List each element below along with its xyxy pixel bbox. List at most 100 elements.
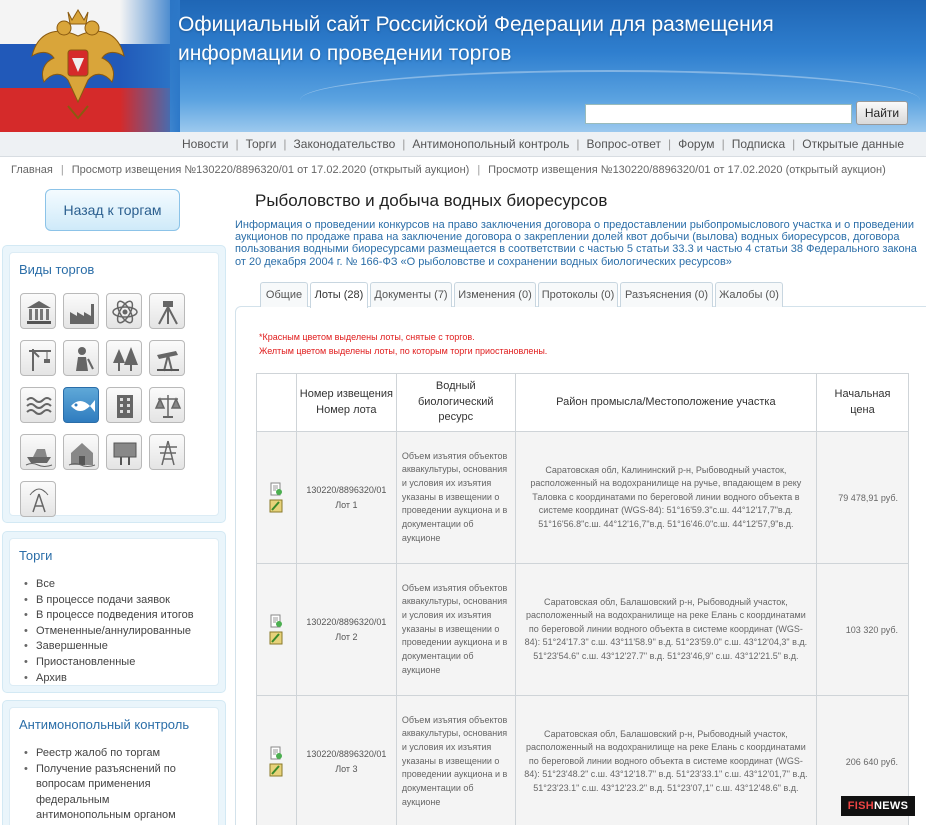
billboard-icon <box>113 442 137 465</box>
crane-icon <box>29 349 51 371</box>
torgi-type-scales[interactable] <box>149 387 185 423</box>
scales-icon <box>154 395 182 418</box>
breadcrumb-notice[interactable]: Просмотр извещения №130220/8896320/01 от… <box>72 164 470 176</box>
tab-protocols[interactable]: Протоколы (0) <box>538 282 618 307</box>
view-document-icon[interactable] <box>269 614 283 628</box>
antimonopoly-panel: Антимонопольный контроль Реестр жалоб по… <box>2 700 226 825</box>
fishnews-fish: FISH <box>847 800 875 812</box>
torgi-item-results[interactable]: В процессе подведения итогов <box>24 608 194 624</box>
nav-news[interactable]: Новости <box>182 137 228 151</box>
row-notice-number[interactable]: 130220/8896320/01 Лот 3 <box>295 695 397 825</box>
torgi-type-house[interactable] <box>63 434 99 470</box>
torgi-item-cancelled[interactable]: Отмененные/аннулированные <box>24 624 194 640</box>
torgi-type-fish[interactable] <box>63 387 99 423</box>
back-to-torgi-button[interactable]: Назад к торгам <box>45 189 180 231</box>
torgi-type-oil-pump[interactable] <box>149 340 185 376</box>
header-price: Начальная цена <box>816 373 909 432</box>
anti-item-complaints[interactable]: Реестр жалоб по торгам <box>24 746 184 762</box>
antimonopoly-list: Реестр жалоб по торгам Получение разъясн… <box>24 746 184 825</box>
torgi-type-crane[interactable] <box>20 340 56 376</box>
row-area: Саратовская обл, Балашовский р-н, Рыбово… <box>514 695 818 825</box>
notice-number[interactable]: 130220/8896320/01 <box>306 749 386 759</box>
row-price: 79 478,91 руб. <box>816 431 909 564</box>
antimonopoly-title: Антимонопольный контроль <box>19 717 190 732</box>
nav-forum[interactable]: Форум <box>678 137 714 151</box>
torgi-item-suspended[interactable]: Приостановленные <box>24 655 194 671</box>
torgi-type-forest[interactable] <box>106 340 142 376</box>
edit-document-icon[interactable] <box>269 499 283 513</box>
nav-subscription[interactable]: Подписка <box>732 137 785 151</box>
torgi-item-applications[interactable]: В процессе подачи заявок <box>24 593 194 609</box>
lot-number: Лот 2 <box>335 631 358 642</box>
site-header: Официальный сайт Российской Федерации дл… <box>0 0 926 132</box>
torgi-type-power-tower[interactable] <box>149 434 185 470</box>
torgi-type-building[interactable] <box>106 387 142 423</box>
nav-faq[interactable]: Вопрос-ответ <box>587 137 661 151</box>
row-notice-number[interactable]: 130220/8896320/01 Лот 1 <box>295 431 397 564</box>
torgi-type-water-waves[interactable] <box>20 387 56 423</box>
view-document-icon[interactable] <box>269 482 283 496</box>
water-waves-icon <box>26 397 52 415</box>
top-navigation: Новости | Торги | Законодательство | Антимоноп… <box>0 132 926 157</box>
anti-item-clarifications[interactable]: Получение разъяснений по вопросам примен… <box>24 762 184 825</box>
house-icon <box>68 443 96 467</box>
tab-changes[interactable]: Изменения (0) <box>454 282 536 307</box>
intro-text: Информация о проведении конкурсов на пра… <box>235 219 917 268</box>
row-actions <box>256 431 297 564</box>
torgi-type-factory[interactable] <box>63 293 99 329</box>
table-header-row: Номер извещения Номер лота Водный биолог… <box>256 373 909 432</box>
row-actions <box>256 563 297 696</box>
row-area: Саратовская обл, Калининский р-н, Рыбово… <box>514 431 818 564</box>
torgi-item-finished[interactable]: Завершенные <box>24 639 194 655</box>
torgi-type-atom[interactable] <box>106 293 142 329</box>
page-title: Рыболовство и добыча водных биоресурсов <box>255 191 608 210</box>
torgi-item-archive[interactable]: Архив <box>24 671 194 687</box>
worker-icon <box>76 347 94 371</box>
edit-document-icon[interactable] <box>269 631 283 645</box>
row-resource: Объем изъятия объектов аквакультуры, осн… <box>395 563 516 696</box>
torgi-type-surveyor[interactable] <box>149 293 185 329</box>
lot-number: Лот 1 <box>335 499 358 510</box>
torgi-type-bank[interactable] <box>20 293 56 329</box>
torgi-type-worker[interactable] <box>63 340 99 376</box>
nav-open-data[interactable]: Открытые данные <box>802 137 904 151</box>
breadcrumb: Главная | Просмотр извещения №130220/88963… <box>11 164 886 176</box>
tab-complaints[interactable]: Жалобы (0) <box>715 282 783 307</box>
torgi-type-antenna[interactable] <box>20 481 56 517</box>
notice-number[interactable]: 130220/8896320/01 <box>306 617 386 627</box>
boat-icon <box>25 449 53 467</box>
breadcrumb-home[interactable]: Главная <box>11 164 53 176</box>
row-price: 103 320 руб. <box>816 563 909 696</box>
tab-general[interactable]: Общие <box>260 282 308 307</box>
fishnews-news: NEWS <box>874 800 909 812</box>
torgi-type-billboard[interactable] <box>106 434 142 470</box>
table-row: 130220/8896320/01 Лот 1 Объем изъятия объ… <box>256 431 909 564</box>
tab-documents[interactable]: Документы (7) <box>370 282 452 307</box>
torgi-type-boat[interactable] <box>20 434 56 470</box>
torgi-types-title: Виды торгов <box>19 262 95 277</box>
atom-icon <box>112 300 138 324</box>
edit-document-icon[interactable] <box>269 763 283 777</box>
search-input[interactable] <box>585 104 852 124</box>
table-row: 130220/8896320/01 Лот 2 Объем изъятия объ… <box>256 563 909 696</box>
torgi-item-all[interactable]: Все <box>24 577 194 593</box>
torgi-panel: Торги Все В процессе подачи заявок В про… <box>2 531 226 693</box>
coat-of-arms-icon <box>31 9 125 120</box>
note-red-lots: *Красным цветом выделены лоты, снятые с … <box>259 332 475 342</box>
tab-clarifications[interactable]: Разъяснения (0) <box>620 282 713 307</box>
notice-number[interactable]: 130220/8896320/01 <box>306 485 386 495</box>
tab-lots[interactable]: Лоты (28) <box>310 282 368 308</box>
header-resource: Водный биологический ресурс <box>395 373 516 432</box>
site-title: Официальный сайт Российской Федерации дл… <box>178 10 878 68</box>
lot-number: Лот 3 <box>335 763 358 774</box>
header-area: Район промысла/Местоположение участка <box>514 373 818 432</box>
fishnews-watermark: FISHNEWS <box>841 796 915 816</box>
bank-icon <box>27 301 51 324</box>
row-notice-number[interactable]: 130220/8896320/01 Лот 2 <box>295 563 397 696</box>
nav-legislation[interactable]: Законодательство <box>294 137 396 151</box>
nav-torgi[interactable]: Торги <box>246 137 277 151</box>
view-document-icon[interactable] <box>269 746 283 760</box>
nav-antimonopoly[interactable]: Антимонопольный контроль <box>412 137 569 151</box>
search-button[interactable]: Найти <box>856 101 908 125</box>
oil-pump-icon <box>157 351 179 372</box>
